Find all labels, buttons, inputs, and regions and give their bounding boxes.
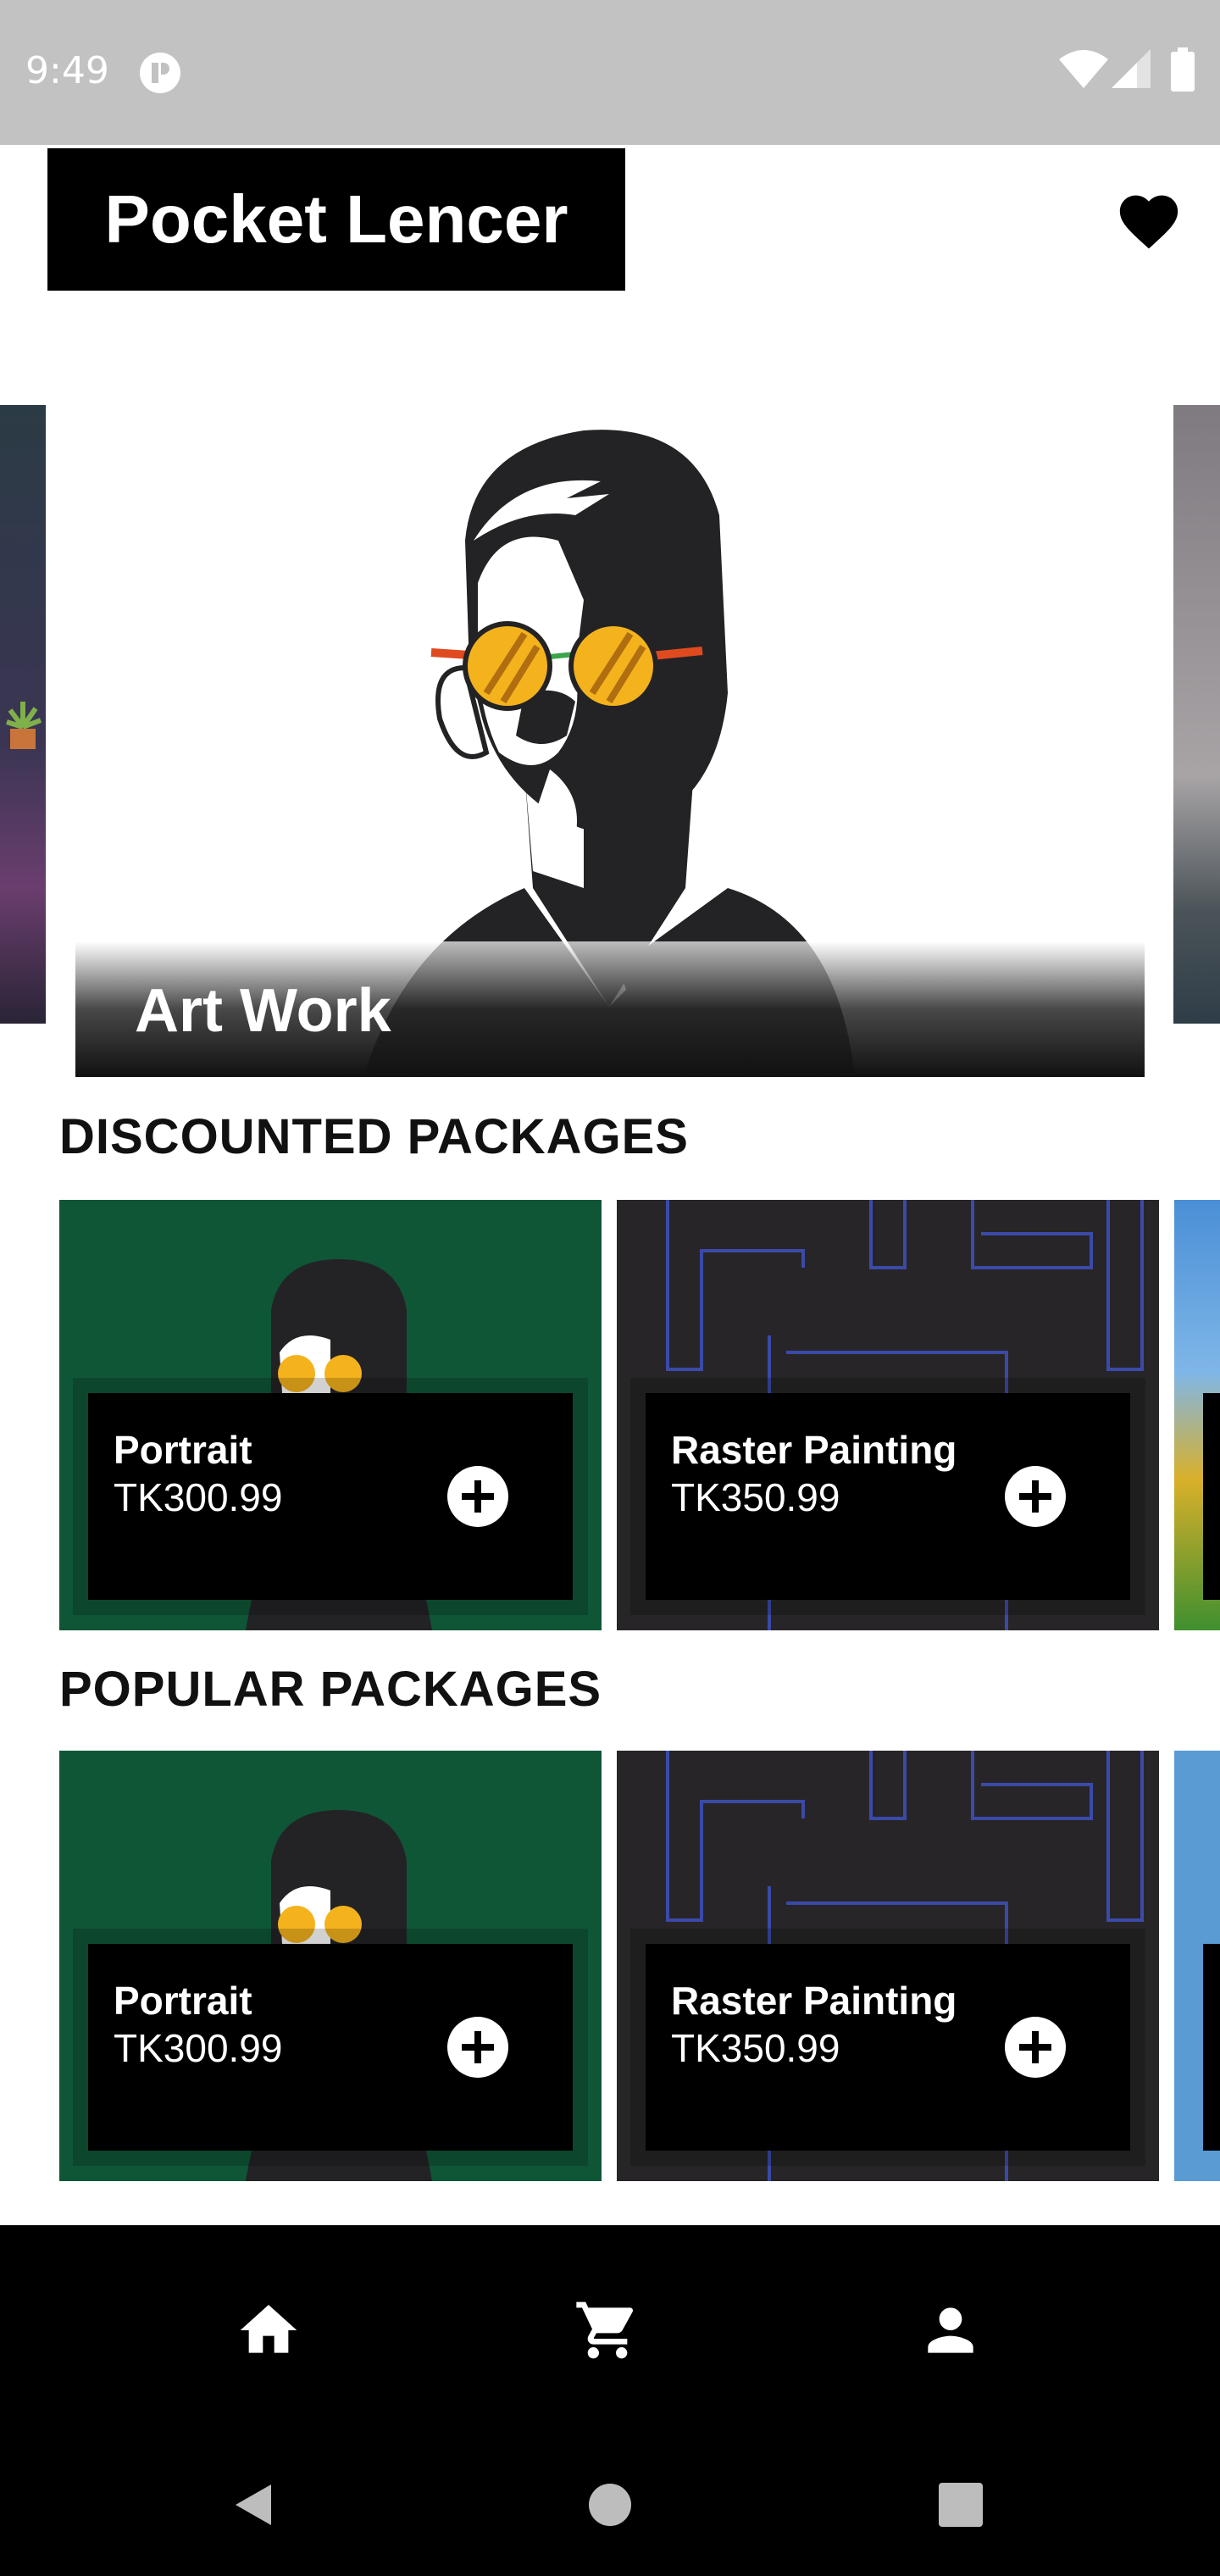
package-name: Portrait: [114, 1428, 252, 1472]
battery-icon: [1171, 47, 1195, 92]
home-icon[interactable]: [235, 2296, 302, 2364]
back-icon[interactable]: [229, 2479, 280, 2530]
hero-art-work-card[interactable]: Art Work: [75, 405, 1145, 1077]
app-notification-icon: [140, 53, 180, 93]
package-card-peek[interactable]: [1174, 1751, 1220, 2181]
hero-label: Art Work: [135, 977, 391, 1045]
carousel-prev-peek[interactable]: [0, 405, 46, 1024]
status-time: 9:49: [25, 49, 109, 92]
package-card-portrait[interactable]: Portrait TK300.99: [59, 1200, 602, 1630]
package-name: Raster Painting: [671, 1428, 957, 1472]
package-name: Raster Painting: [671, 1979, 957, 2023]
package-card-raster-painting[interactable]: Raster Painting TK350.99: [617, 1751, 1159, 2181]
carousel-next-peek[interactable]: [1173, 405, 1220, 1024]
bottom-navigation: [0, 2225, 1220, 2576]
package-price: TK350.99: [671, 2026, 840, 2070]
heart-icon[interactable]: [1114, 186, 1184, 251]
add-to-cart-icon[interactable]: [447, 1466, 508, 1527]
recents-icon[interactable]: [935, 2479, 986, 2530]
status-bar: 9:49: [0, 0, 1220, 145]
discounted-packages-title: DISCOUNTED PACKAGES: [59, 1109, 689, 1164]
package-info-panel: [1203, 1944, 1220, 2151]
package-price: TK300.99: [114, 1475, 283, 1519]
add-to-cart-icon[interactable]: [1005, 2017, 1066, 2078]
add-to-cart-icon[interactable]: [1005, 1466, 1066, 1527]
package-info-panel: [1203, 1393, 1220, 1600]
popular-packages-title: POPULAR PACKAGES: [59, 1662, 602, 1717]
home-circle-icon[interactable]: [585, 2479, 635, 2530]
package-name: Portrait: [114, 1979, 252, 2023]
app-title: Pocket Lencer: [104, 181, 568, 257]
add-to-cart-icon[interactable]: [447, 2017, 508, 2078]
package-card-peek[interactable]: [1174, 1200, 1220, 1630]
package-card-raster-painting[interactable]: Raster Painting TK350.99: [617, 1200, 1159, 1630]
package-card-portrait[interactable]: Portrait TK300.99: [59, 1751, 602, 2181]
profile-icon[interactable]: [917, 2296, 984, 2364]
package-price: TK350.99: [671, 1475, 840, 1519]
signal-icon: [1112, 49, 1151, 88]
package-price: TK300.99: [114, 2026, 283, 2070]
wifi-icon: [1059, 50, 1108, 88]
plant-image: [6, 702, 42, 749]
cart-icon[interactable]: [574, 2296, 641, 2364]
